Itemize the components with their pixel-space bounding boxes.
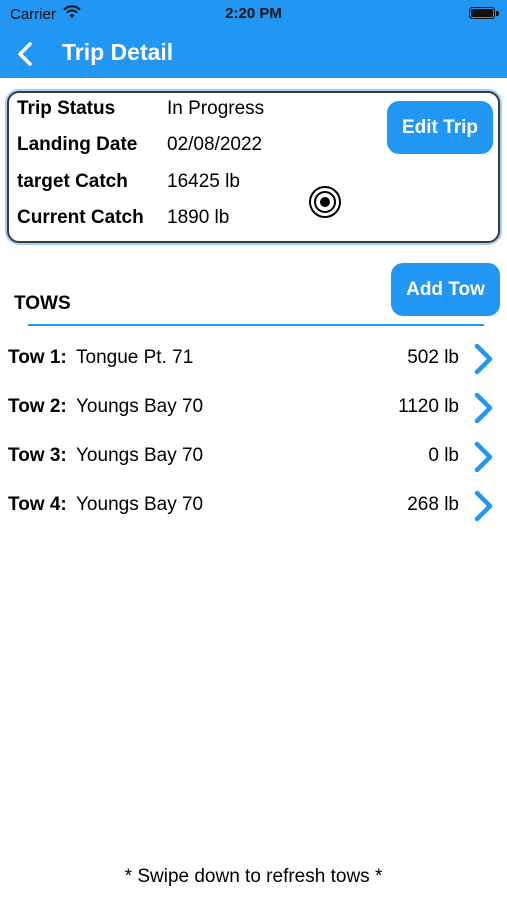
battery-icon [469, 7, 495, 19]
tow-label: Tow 2: [8, 396, 67, 417]
tow-weight: 502 lb [407, 347, 459, 368]
summary-label: Current Catch [17, 207, 144, 228]
clock: 2:20 PM [225, 5, 282, 22]
tow-location: Tongue Pt. 71 [76, 347, 194, 368]
status-bar: Carrier 2:20 PM [0, 0, 507, 30]
target-icon[interactable] [308, 185, 342, 219]
chevron-right-icon[interactable] [472, 488, 496, 524]
summary-label: Landing Date [17, 134, 138, 155]
chevron-right-icon[interactable] [472, 341, 496, 377]
tow-row[interactable]: Tow 3: Youngs Bay 70 0 lb [0, 435, 507, 479]
tow-weight: 1120 lb [398, 396, 459, 417]
nav-bar: Trip Detail [0, 30, 507, 78]
tow-location: Youngs Bay 70 [76, 445, 204, 466]
summary-value: In Progress [167, 98, 265, 119]
summary-label: target Catch [17, 171, 128, 192]
chevron-right-icon[interactable] [472, 439, 496, 475]
tow-location: Youngs Bay 70 [76, 396, 204, 417]
tows-section-header: TOWS [14, 293, 71, 314]
edit-trip-button[interactable]: Edit Trip [387, 101, 493, 154]
refresh-hint: * Swipe down to refresh tows * [124, 866, 383, 887]
summary-label: Trip Status [17, 98, 116, 119]
back-chevron-icon[interactable] [10, 36, 40, 72]
summary-value: 02/08/2022 [167, 134, 263, 155]
tow-label: Tow 1: [8, 347, 67, 368]
chevron-right-icon[interactable] [472, 390, 496, 426]
add-tow-button[interactable]: Add Tow [391, 263, 500, 316]
trip-summary-card: Trip Status In Progress Landing Date 02/… [7, 91, 500, 243]
tow-row[interactable]: Tow 2: Youngs Bay 70 1120 lb [0, 386, 507, 430]
tow-location: Youngs Bay 70 [76, 494, 204, 515]
tow-row[interactable]: Tow 4: Youngs Bay 70 268 lb [0, 484, 507, 528]
tow-label: Tow 4: [8, 494, 67, 515]
battery-tip [496, 11, 499, 16]
summary-value: 16425 lb [167, 171, 240, 192]
tows-divider [28, 324, 484, 326]
tow-row[interactable]: Tow 1: Tongue Pt. 71 502 lb [0, 337, 507, 381]
tow-weight: 268 lb [407, 494, 459, 515]
page-title: Trip Detail [62, 39, 174, 65]
tow-weight: 0 lb [428, 445, 459, 466]
tow-label: Tow 3: [8, 445, 67, 466]
summary-value: 1890 lb [167, 207, 230, 228]
